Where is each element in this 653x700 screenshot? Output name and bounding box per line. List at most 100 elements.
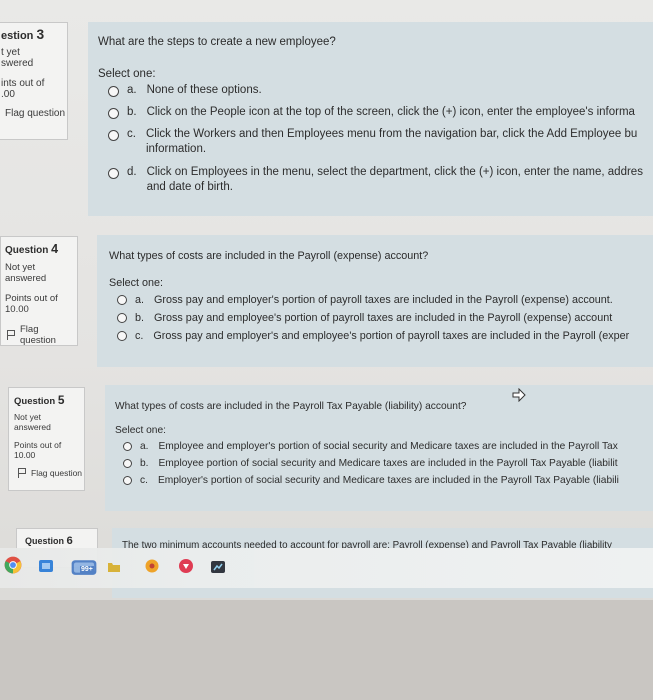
question-label: estion <box>1 30 34 42</box>
notification-badge: 99+ <box>80 566 94 573</box>
option-text: Click on the People icon at the top of t… <box>146 106 635 118</box>
flag-label: Flag question <box>20 324 56 346</box>
question-content-5: What types of costs are included in the … <box>105 385 653 511</box>
option-text-block: Click the Workers and then Employees men… <box>146 128 637 155</box>
option-letter: a. <box>127 84 137 96</box>
radio-button[interactable] <box>123 459 132 468</box>
radio-button[interactable] <box>108 168 119 179</box>
question-status-cont: swered <box>1 58 34 69</box>
option-text: Click the Workers and then Employees men… <box>145 128 638 140</box>
answer-option-b[interactable]: b. Gross pay and employee's portion of p… <box>117 312 653 330</box>
radio-button[interactable] <box>108 86 119 97</box>
question-number: 4 <box>51 242 59 256</box>
quiz-page: estion 3 t yet swered ints out of .00 Fl… <box>0 0 653 600</box>
question-title: Question 6 <box>25 535 97 547</box>
radio-button[interactable] <box>117 295 127 305</box>
question-number: 5 <box>57 393 65 407</box>
question-label: Question <box>14 396 56 407</box>
question-content-4: What types of costs are included in the … <box>97 235 653 367</box>
chrome-icon[interactable] <box>4 556 22 574</box>
radio-button[interactable] <box>108 130 119 141</box>
answer-option-a[interactable]: a. None of these options. <box>108 84 653 106</box>
answer-options: a. Gross pay and employer's portion of p… <box>109 294 653 348</box>
camera-icon[interactable] <box>210 559 226 575</box>
answer-option-a[interactable]: a. Gross pay and employer's portion of p… <box>117 294 653 312</box>
option-letter: a. <box>140 441 149 452</box>
select-one-label: Select one: <box>109 277 164 289</box>
option-text: Employee portion of social security and … <box>158 458 618 469</box>
points-label: ints out of <box>1 78 45 89</box>
flag-label: Flag question <box>5 108 66 119</box>
points-label: Points out of <box>5 293 58 304</box>
question-number: 6 <box>66 535 73 547</box>
question-content-3: What are the steps to create a new emplo… <box>88 22 653 216</box>
option-letter: a. <box>135 294 145 306</box>
question-text: What are the steps to create a new emplo… <box>98 36 336 48</box>
option-letter: b. <box>140 458 149 469</box>
points-value: 10.00 <box>5 304 29 315</box>
option-text-block: Click on Employees in the menu, select t… <box>147 166 643 193</box>
radio-button[interactable] <box>123 476 132 485</box>
flag-question-button[interactable]: Flag question <box>18 468 84 478</box>
option-letter: d. <box>127 166 137 178</box>
question-status: Not yet <box>14 412 41 422</box>
option-letter: c. <box>140 475 148 486</box>
points-label: Points out of <box>14 440 62 450</box>
question-info-4: Question 4 Not yet answered Points out o… <box>0 236 78 346</box>
points-value: .00 <box>1 89 15 100</box>
select-one-label: Select one: <box>98 68 156 80</box>
flag-icon <box>18 468 27 478</box>
question-title: Question 5 <box>14 393 84 407</box>
option-letter: c. <box>127 128 136 140</box>
question-info-5: Question 5 Not yet answered Points out o… <box>8 387 85 491</box>
question-label: Question <box>25 536 65 546</box>
question-title: Question 4 <box>5 242 77 256</box>
option-text: Employer's portion of social security an… <box>157 475 619 486</box>
question-status: Not yet <box>5 262 36 273</box>
option-letter: c. <box>135 330 144 342</box>
question-number: 3 <box>36 27 45 42</box>
answer-options: a. None of these options. b. Click on th… <box>98 84 653 204</box>
mouse-cursor-icon <box>512 388 526 402</box>
answer-option-c[interactable]: c. Gross pay and employer's and employee… <box>117 330 653 348</box>
flag-label: Flag question <box>31 468 83 478</box>
option-text-cont: information. <box>145 143 207 155</box>
option-text: Gross pay and employer's portion of payr… <box>154 294 613 306</box>
answer-option-c[interactable]: c. Click the Workers and then Employees … <box>108 128 653 166</box>
points-value: 10.00 <box>14 450 36 460</box>
question-text: What types of costs are included in the … <box>115 401 467 412</box>
radio-button[interactable] <box>117 313 127 323</box>
folder-icon[interactable] <box>106 559 122 575</box>
option-text-cont: and date of birth. <box>146 181 233 193</box>
option-letter: b. <box>127 106 137 118</box>
select-one-label: Select one: <box>115 425 166 436</box>
radio-button[interactable] <box>117 331 127 341</box>
option-letter: b. <box>135 312 145 324</box>
shield-icon[interactable] <box>178 558 194 574</box>
mail-icon[interactable] <box>38 558 54 574</box>
question-info-3: estion 3 t yet swered ints out of .00 Fl… <box>0 22 68 140</box>
answer-option-b[interactable]: b. Employee portion of social security a… <box>123 458 653 475</box>
option-text: Gross pay and employee's portion of payr… <box>154 312 613 324</box>
question-text: What types of costs are included in the … <box>109 250 429 262</box>
taskbar: 99+ <box>0 548 653 588</box>
question-label: Question <box>5 245 49 256</box>
radio-button[interactable] <box>123 442 132 451</box>
flag-question-button[interactable]: Flag question <box>5 108 67 119</box>
option-text: Click on Employees in the menu, select t… <box>146 166 643 178</box>
flag-question-button[interactable]: Flag question <box>7 324 77 346</box>
question-status-cont: answered <box>5 273 47 284</box>
pokemon-icon[interactable] <box>144 558 160 574</box>
option-text: None of these options. <box>146 84 262 96</box>
option-text: Gross pay and employer's and employee's … <box>153 330 630 342</box>
option-text: Employee and employer's portion of socia… <box>158 441 618 452</box>
radio-button[interactable] <box>108 108 119 119</box>
answer-option-d[interactable]: d. Click on Employees in the menu, selec… <box>108 166 653 204</box>
answer-option-b[interactable]: b. Click on the People icon at the top o… <box>108 106 653 128</box>
answer-option-a[interactable]: a. Employee and employer's portion of so… <box>123 441 653 458</box>
question-status-cont: answered <box>14 422 51 432</box>
answer-options: a. Employee and employer's portion of so… <box>115 441 653 492</box>
answer-option-c[interactable]: c. Employer's portion of social security… <box>123 475 653 492</box>
question-status: t yet <box>1 47 20 58</box>
flag-icon <box>7 330 16 340</box>
